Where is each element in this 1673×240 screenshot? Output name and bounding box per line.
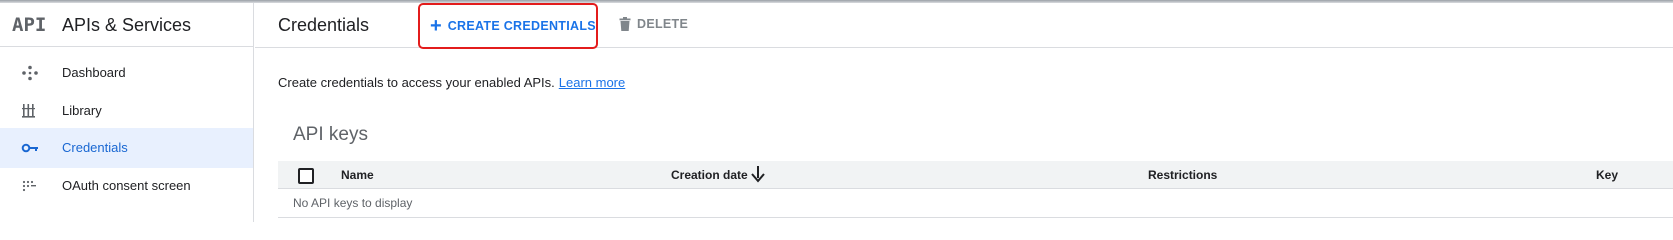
page-header: Credentials + CREATE CREDENTIALS DELETE [255, 3, 1673, 49]
arrow-down-icon[interactable] [750, 165, 766, 183]
empty-state-text: No API keys to display [293, 196, 413, 210]
sidebar-item-label: Library [62, 103, 102, 118]
oauth-consent-icon [22, 180, 36, 192]
delete-label: DELETE [637, 17, 689, 31]
plus-icon: + [430, 15, 442, 37]
sidebar-item-dashboard[interactable]: Dashboard [0, 53, 253, 93]
sidebar-item-label: Dashboard [62, 65, 126, 80]
page-title: Credentials [278, 15, 370, 35]
delete-button[interactable]: DELETE [619, 17, 688, 31]
sidebar-item-label: Credentials [62, 140, 128, 155]
sidebar-item-library[interactable]: Library [0, 91, 253, 131]
intro-text: Create credentials to access your enable… [278, 75, 625, 90]
sidebar: API APIs & Services Dashboard Library Cr… [0, 3, 254, 222]
create-credentials-button[interactable]: + CREATE CREDENTIALS [430, 13, 596, 39]
key-icon [21, 143, 38, 153]
column-header-creation-date[interactable]: Creation date [671, 168, 748, 182]
column-header-name[interactable]: Name [341, 168, 374, 182]
sidebar-item-oauth-consent[interactable]: OAuth consent screen [0, 166, 253, 206]
sidebar-item-label: OAuth consent screen [62, 178, 191, 193]
learn-more-link[interactable]: Learn more [559, 75, 625, 90]
library-icon [22, 104, 35, 118]
table-header: Name Creation date Restrictions Key [278, 161, 1673, 189]
trash-icon [619, 17, 631, 31]
brand-title: APIs & Services [62, 15, 192, 35]
table-empty-row: No API keys to display [278, 189, 1673, 218]
intro-description: Create credentials to access your enable… [278, 75, 555, 90]
brand-header: API APIs & Services [0, 3, 254, 47]
api-logo: API [12, 14, 47, 36]
api-keys-heading: API keys [293, 124, 368, 145]
dashboard-icon [22, 65, 38, 81]
sidebar-item-credentials[interactable]: Credentials [0, 128, 253, 168]
column-header-key[interactable]: Key [1596, 168, 1618, 182]
create-credentials-label: CREATE CREDENTIALS [447, 19, 596, 33]
column-header-restrictions[interactable]: Restrictions [1148, 168, 1217, 182]
select-all-checkbox[interactable] [298, 168, 314, 184]
